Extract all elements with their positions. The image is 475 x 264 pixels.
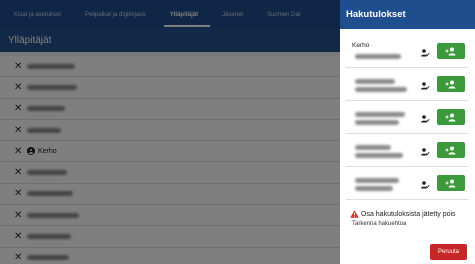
redacted-name: [355, 112, 405, 117]
redacted-name: [355, 178, 399, 183]
person-add-icon: [445, 47, 456, 55]
redacted-name: [355, 87, 407, 92]
cancel-button[interactable]: Peruuta: [430, 244, 467, 260]
add-admin-button[interactable]: [437, 109, 465, 125]
result-item: [346, 167, 469, 200]
add-admin-button[interactable]: [437, 175, 465, 191]
redacted-name: [355, 79, 395, 84]
redacted-name: [355, 186, 393, 191]
warning-text: Osa hakutuloksista jätetty pois: [361, 210, 456, 218]
warning-icon: [350, 210, 359, 218]
add-admin-button[interactable]: [437, 142, 465, 158]
result-item: [346, 68, 469, 101]
person-add-icon: [445, 179, 456, 187]
redacted-name: [355, 153, 403, 158]
search-results-panel: Hakutulokset Kerho Osa hakutuloksista jä…: [340, 0, 475, 264]
person-check-icon: [421, 148, 430, 156]
panel-title: Hakutulokset: [340, 0, 475, 29]
redacted-name: [355, 54, 401, 59]
redacted-name: [355, 145, 391, 150]
refine-hint: Tarkenna hakuehtoa: [352, 221, 407, 227]
person-check-icon: [421, 82, 430, 90]
person-check-icon: [421, 115, 430, 123]
add-admin-button[interactable]: [437, 43, 465, 59]
result-item: [346, 101, 469, 134]
result-name: Kerho: [352, 42, 370, 49]
person-check-icon: [421, 181, 430, 189]
person-add-icon: [445, 80, 456, 88]
truncation-warning: Osa hakutuloksista jätetty pois Tarkenna…: [340, 200, 475, 227]
results-list: Kerho: [340, 29, 475, 200]
person-check-icon: [421, 49, 430, 57]
person-add-icon: [445, 113, 456, 121]
result-item: [346, 134, 469, 167]
redacted-name: [355, 120, 399, 125]
person-add-icon: [445, 146, 456, 154]
warning-line: Osa hakutuloksista jätetty pois: [350, 210, 469, 218]
result-item: Kerho: [346, 35, 469, 68]
add-admin-button[interactable]: [437, 76, 465, 92]
